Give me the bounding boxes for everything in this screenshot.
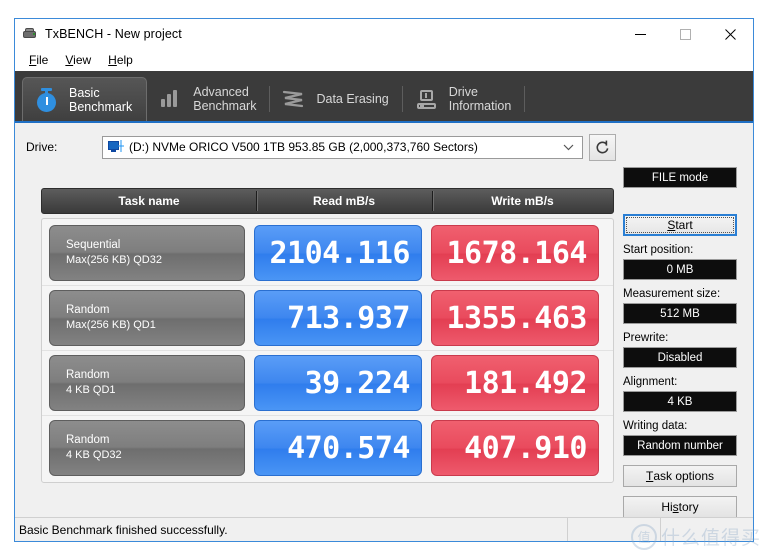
refresh-button[interactable]: [589, 133, 616, 161]
task-name-detail: 4 KB QD1: [66, 384, 116, 396]
main-window: TxBENCH - New project File View Help Bas…: [14, 18, 754, 542]
window-title: TxBENCH - New project: [45, 27, 182, 41]
start-button-rest: tart: [675, 218, 693, 232]
app-root: TxBENCH - New project File View Help Bas…: [0, 0, 769, 552]
drive-info-icon: [414, 86, 440, 112]
column-header-task-name: Task name: [118, 194, 180, 208]
alignment-value[interactable]: 4 KB: [623, 391, 737, 412]
task-name-cell[interactable]: Random Max(256 KB) QD1: [49, 290, 245, 346]
table-row: Random Max(256 KB) QD1 713.937 1355.463: [42, 285, 613, 350]
start-position-value[interactable]: 0 MB: [623, 259, 737, 280]
task-name-cell[interactable]: Random 4 KB QD32: [49, 420, 245, 476]
status-bar: Basic Benchmark finished successfully.: [15, 517, 753, 541]
drive-icon: [108, 140, 124, 154]
write-value-cell: 1355.463: [431, 290, 599, 346]
menu-item-view[interactable]: View: [57, 51, 100, 69]
tab-label-advanced-benchmark: Advanced Benchmark: [193, 85, 257, 113]
drive-selected-value: (D:) NVMe ORICO V500 1TB 953.85 GB (2,00…: [129, 140, 478, 154]
chevron-down-icon: [563, 137, 574, 158]
measurement-size-label: Measurement size:: [623, 288, 721, 300]
writing-data-value[interactable]: Random number: [623, 435, 737, 456]
title-bar: TxBENCH - New project: [15, 19, 753, 49]
menu-label-help-rest: elp: [116, 53, 133, 67]
close-button[interactable]: [708, 19, 753, 49]
start-position-label: Start position:: [623, 244, 694, 256]
task-options-rest: ask options: [653, 469, 715, 483]
results-panel: Task name Read mB/s Write mB/s Sequentia…: [41, 188, 614, 483]
tab-label-data-erasing: Data Erasing: [316, 92, 389, 106]
prewrite-label: Prewrite:: [623, 332, 669, 344]
history-rest: tory: [678, 500, 699, 514]
maximize-button[interactable]: [663, 19, 708, 49]
tab-data-erasing[interactable]: Data Erasing: [270, 77, 404, 121]
write-value-cell: 181.492: [431, 355, 599, 411]
close-icon: [725, 28, 736, 40]
refresh-icon: [596, 140, 609, 153]
file-mode-display: FILE mode: [623, 167, 737, 188]
tab-advanced-benchmark[interactable]: Advanced Benchmark: [147, 77, 271, 121]
bar-chart-icon: [158, 86, 184, 112]
task-name-cell[interactable]: Random 4 KB QD1: [49, 355, 245, 411]
read-value-cell: 470.574: [254, 420, 422, 476]
task-name-title: Random: [66, 369, 110, 381]
stopwatch-icon: [34, 87, 60, 113]
app-icon: [22, 26, 38, 42]
prewrite-value[interactable]: Disabled: [623, 347, 737, 368]
task-name-detail: Max(256 KB) QD1: [66, 319, 156, 331]
task-name-detail: Max(256 KB) QD32: [66, 254, 162, 266]
maximize-icon: [680, 28, 691, 40]
status-divider: [567, 518, 568, 541]
menu-item-help[interactable]: Help: [100, 51, 142, 69]
task-name-title: Random: [66, 304, 110, 316]
window-controls: [618, 19, 753, 49]
column-header-write: Write mB/s: [432, 189, 613, 213]
results-header: Task name Read mB/s Write mB/s: [41, 188, 614, 214]
side-panel: FILE mode Start Start position: 0 MB Mea…: [623, 167, 737, 518]
tab-bar: Basic Benchmark Advanced Benchmark Data …: [15, 71, 753, 123]
table-row: Random 4 KB QD32 470.574 407.910: [42, 415, 613, 480]
task-name-title: Sequential: [66, 239, 121, 251]
drive-combobox[interactable]: (D:) NVMe ORICO V500 1TB 953.85 GB (2,00…: [102, 135, 583, 159]
content-area: Drive: (D:) NVMe ORICO V500 1TB 953.85 G…: [15, 123, 753, 518]
task-name-title: Random: [66, 434, 110, 446]
minimize-icon: [635, 33, 646, 35]
tab-label-drive-information: Drive Information: [448, 85, 512, 113]
minimize-button[interactable]: [618, 19, 663, 49]
status-message: Basic Benchmark finished successfully.: [19, 522, 228, 537]
menu-item-file[interactable]: File: [21, 51, 57, 69]
drive-label: Drive:: [26, 140, 58, 154]
task-options-button[interactable]: Task options: [623, 465, 737, 487]
drive-selector-row: Drive: (D:) NVMe ORICO V500 1TB 953.85 G…: [15, 123, 753, 161]
shredder-icon: [281, 86, 307, 112]
menu-label-file-rest: ile: [36, 53, 49, 67]
task-name-detail: 4 KB QD32: [66, 449, 122, 461]
menu-label-view-rest: iew: [73, 53, 92, 67]
tab-drive-information[interactable]: Drive Information: [403, 77, 526, 121]
tab-label-basic-benchmark: Basic Benchmark: [69, 85, 133, 114]
read-value-cell: 39.224: [254, 355, 422, 411]
table-row: Sequential Max(256 KB) QD32 2104.116 167…: [42, 221, 613, 285]
menu-bar: File View Help: [15, 49, 753, 71]
history-button[interactable]: Hi s tory: [623, 496, 737, 518]
history-prefix: Hi: [661, 500, 673, 514]
task-name-cell[interactable]: Sequential Max(256 KB) QD32: [49, 225, 245, 281]
writing-data-label: Writing data:: [623, 420, 688, 432]
results-rows: Sequential Max(256 KB) QD32 2104.116 167…: [41, 218, 614, 483]
read-value-cell: 2104.116: [254, 225, 422, 281]
write-value-cell: 407.910: [431, 420, 599, 476]
column-header-read: Read mB/s: [256, 189, 432, 213]
write-value-cell: 1678.164: [431, 225, 599, 281]
measurement-size-value[interactable]: 512 MB: [623, 303, 737, 324]
table-row: Random 4 KB QD1 39.224 181.492: [42, 350, 613, 415]
status-divider: [660, 518, 661, 541]
start-button[interactable]: Start: [623, 214, 737, 236]
tab-basic-benchmark[interactable]: Basic Benchmark: [22, 77, 148, 121]
alignment-label: Alignment:: [623, 376, 678, 388]
read-value-cell: 713.937: [254, 290, 422, 346]
